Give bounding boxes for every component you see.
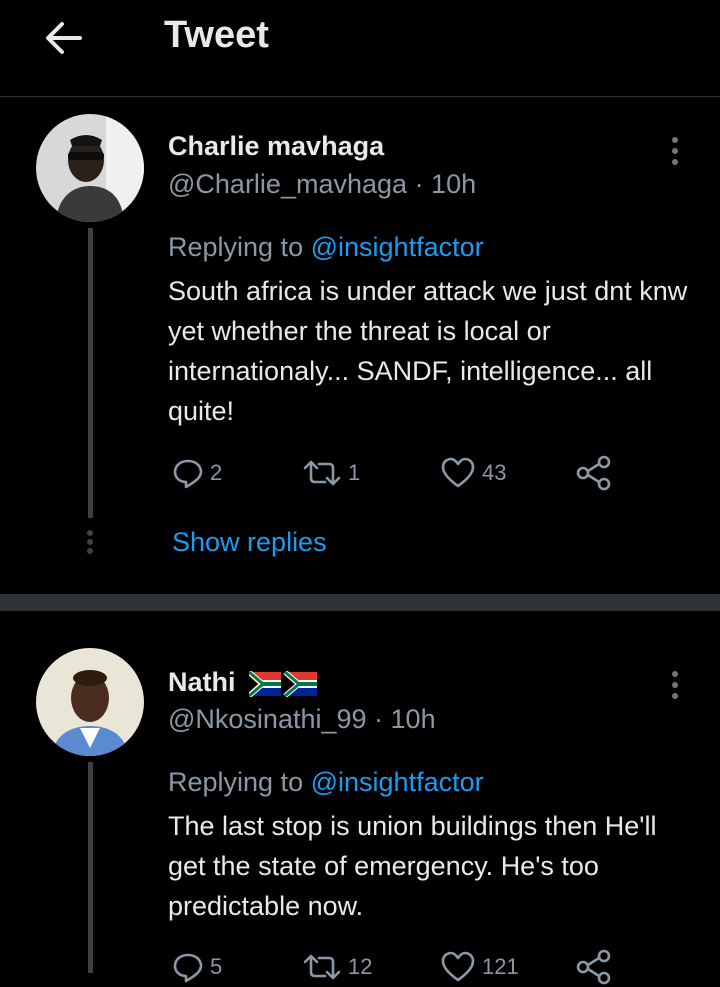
author-name[interactable]: Nathi xyxy=(168,667,318,698)
tweet-text: The last stop is union buildings then He… xyxy=(168,811,657,921)
like-count: 121 xyxy=(482,954,519,979)
avatar-photo xyxy=(36,648,144,756)
avatar[interactable] xyxy=(36,648,144,756)
retweet-button[interactable]: 12 xyxy=(302,947,372,987)
replying-to: Replying to @insightfactor xyxy=(168,767,484,798)
heart-icon xyxy=(441,951,475,982)
thread-line xyxy=(88,762,93,973)
tweet-2[interactable]: Nathi @Nkosinathi_99 · 10h Replying to @… xyxy=(0,0,720,985)
author-name-text: Nathi xyxy=(168,667,236,697)
share-icon xyxy=(576,949,611,985)
retweet-icon xyxy=(303,954,341,980)
retweet-count: 12 xyxy=(348,954,373,979)
author-handle[interactable]: @Nkosinathi_99 · 10h xyxy=(168,704,436,735)
south-africa-flag-icon xyxy=(249,670,318,697)
reply-icon xyxy=(173,953,203,983)
mention-link[interactable]: @insightfactor xyxy=(311,767,484,797)
like-button[interactable]: 121 xyxy=(440,947,519,987)
timestamp: · 10h xyxy=(374,704,436,734)
more-options-button[interactable] xyxy=(664,671,686,711)
replying-to-label: Replying to xyxy=(168,767,304,797)
reply-count: 5 xyxy=(210,954,223,979)
share-button[interactable] xyxy=(576,947,612,987)
reply-button[interactable]: 5 xyxy=(172,947,222,987)
handle-text: @Nkosinathi_99 xyxy=(168,704,367,734)
tweet-actions: 5 12 121 xyxy=(168,947,628,987)
